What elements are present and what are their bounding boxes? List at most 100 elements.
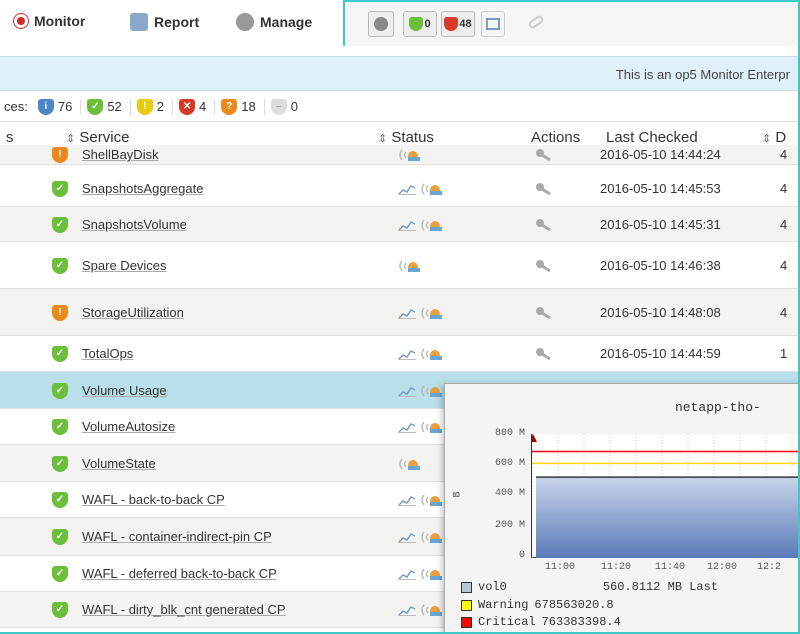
- service-name-link[interactable]: SnapshotsVolume: [82, 217, 187, 232]
- service-name-link[interactable]: StorageUtilization: [82, 305, 184, 320]
- wrench-icon[interactable]: [534, 148, 554, 162]
- legend-swatch: [461, 599, 472, 611]
- shield-x-icon: ✕: [179, 98, 196, 115]
- passive-check-icon: [420, 347, 444, 364]
- wrench-icon[interactable]: [534, 182, 554, 196]
- service-name-link[interactable]: Spare Devices: [82, 258, 167, 273]
- service-name-link[interactable]: TotalOps: [82, 346, 133, 361]
- y-tick-label: 400 M: [494, 488, 525, 499]
- service-summary-bar: ces: i 76 ✓ 52 ! 2 ✕ 4 ? 18 – 0: [0, 92, 798, 122]
- last-checked-time: 2016-05-10 14:46:38: [600, 258, 721, 273]
- wrench-icon[interactable]: [534, 347, 554, 361]
- service-name-link[interactable]: VolumeState: [82, 456, 156, 471]
- wrench-icon[interactable]: [534, 306, 554, 320]
- service-name-link[interactable]: Volume Usage: [82, 383, 167, 398]
- grid-view-button[interactable]: [481, 11, 505, 37]
- last-checked-time: 2016-05-10 14:48:08: [600, 305, 721, 320]
- summary-warning[interactable]: ! 2: [136, 98, 174, 115]
- service-name-link[interactable]: WAFL - container-indirect-pin CP: [82, 529, 272, 544]
- passive-check-icon: [420, 420, 444, 437]
- legend-label: vol0: [478, 580, 507, 594]
- legend-swatch: [461, 616, 472, 628]
- graph-icon[interactable]: [398, 421, 416, 433]
- summary-pending[interactable]: – 0: [270, 98, 306, 115]
- y-tick-label: 600 M: [494, 458, 525, 469]
- summary-count: 76: [57, 99, 73, 114]
- x-tick-label: 11:00: [545, 562, 576, 573]
- summary-critical[interactable]: ✕ 4: [179, 98, 216, 115]
- sort-icon: ⇕: [762, 133, 772, 145]
- service-name-link[interactable]: SnapshotsAggregate: [82, 181, 203, 196]
- y-tick-label: 800 M: [494, 428, 525, 439]
- graph-icon[interactable]: [398, 494, 416, 506]
- shield-check-icon: ✓: [52, 346, 68, 362]
- wrench-icon[interactable]: [534, 259, 554, 273]
- graph-icon[interactable]: [398, 568, 416, 580]
- graph-icon[interactable]: [398, 385, 416, 397]
- passive-check-icon: [420, 306, 444, 323]
- shield-exclamation-icon: !: [136, 98, 153, 115]
- graph-icon[interactable]: [398, 307, 416, 319]
- summary-unknown[interactable]: ? 18: [221, 98, 265, 115]
- table-row[interactable]: ✓ Spare Devices 2016-05-10 14:46:38 4: [0, 242, 798, 289]
- legend-value: 763383398.4: [541, 615, 621, 629]
- x-tick-label: 12:00: [707, 562, 738, 573]
- wrench-icon[interactable]: [534, 218, 554, 232]
- graph-plot-area: [529, 434, 798, 558]
- critical-toolbar-button[interactable]: 48: [441, 11, 475, 37]
- table-row[interactable]: ! StorageUtilization 2016-05-10 14:48:08 4: [0, 289, 798, 336]
- table-row[interactable]: ✓ TotalOps 2016-05-10 14:44:59 1: [0, 336, 798, 372]
- grid-icon: [486, 18, 500, 30]
- legend-item: Warning 678563020.8: [461, 598, 614, 612]
- nav-manage[interactable]: Manage: [236, 13, 312, 31]
- service-name-link[interactable]: WAFL - deferred back-to-back CP: [82, 566, 277, 581]
- column-header-last-checked[interactable]: Last Checked: [606, 129, 698, 146]
- table-row[interactable]: ! ShellBayDisk 2016-05-10 14:44:24 4: [0, 145, 798, 165]
- last-checked-time: 2016-05-10 14:45:31: [600, 217, 721, 232]
- settings-button[interactable]: [368, 11, 394, 37]
- critical-shield-icon: [444, 17, 459, 31]
- table-row[interactable]: ✓ SnapshotsAggregate 2016-05-10 14:45:53 4: [0, 171, 798, 207]
- service-name-link[interactable]: VolumeAutosize: [82, 419, 175, 434]
- graph-icon[interactable]: [398, 183, 416, 195]
- shield-check-icon: ✓: [52, 566, 68, 582]
- column-header-actions: Actions: [531, 129, 581, 146]
- banner-text: This is an op5 Monitor Enterpr: [615, 67, 790, 82]
- report-icon: [130, 13, 148, 31]
- table-row[interactable]: ✓ SnapshotsVolume 2016-05-10 14:45:31 4: [0, 207, 798, 242]
- sort-icon: ⇕: [378, 133, 388, 145]
- summary-ok[interactable]: ✓ 52: [87, 98, 131, 115]
- column-header-duration[interactable]: ⇕ D: [762, 129, 786, 146]
- passive-check-icon: [420, 567, 444, 584]
- column-header-service[interactable]: ⇕ Service: [66, 129, 129, 146]
- service-name-link[interactable]: WAFL - dirty_blk_cnt generated CP: [82, 602, 286, 617]
- shield-check-icon: ✓: [52, 419, 68, 435]
- graph-popup: netapp-tho- B 800 M 600 M 400 M 200 M 0 11:0…: [444, 383, 798, 632]
- ok-toolbar-button[interactable]: 0: [403, 11, 437, 37]
- y-tick-label: 0: [518, 550, 525, 561]
- nav-monitor-label: Monitor: [34, 13, 86, 29]
- passive-check-icon: [420, 530, 444, 547]
- shield-check-icon: ✓: [52, 383, 68, 399]
- graph-icon[interactable]: [398, 531, 416, 543]
- column-header-host[interactable]: s: [6, 129, 14, 146]
- graph-icon[interactable]: [398, 348, 416, 360]
- nav-report-label: Report: [154, 14, 200, 30]
- x-tick-label: 11:20: [601, 562, 632, 573]
- service-name-link[interactable]: WAFL - back-to-back CP: [82, 492, 225, 507]
- summary-total[interactable]: i 76: [37, 98, 82, 115]
- shield-check-icon: ✓: [52, 456, 68, 472]
- nav-report[interactable]: Report: [130, 13, 199, 31]
- service-name-link[interactable]: ShellBayDisk: [82, 147, 159, 162]
- passive-check-icon: [398, 148, 422, 165]
- column-header-status[interactable]: ⇕ Status: [378, 129, 434, 146]
- ok-count: 0: [424, 18, 431, 30]
- duration-fragment: 4: [780, 217, 788, 232]
- summary-count: 18: [241, 99, 256, 114]
- shield-check-icon: ✓: [87, 98, 104, 115]
- shield-warning-icon: !: [52, 147, 68, 163]
- graph-icon[interactable]: [398, 604, 416, 616]
- nav-monitor[interactable]: Monitor: [14, 13, 85, 29]
- graph-title: netapp-tho-: [675, 400, 761, 415]
- graph-icon[interactable]: [398, 219, 416, 231]
